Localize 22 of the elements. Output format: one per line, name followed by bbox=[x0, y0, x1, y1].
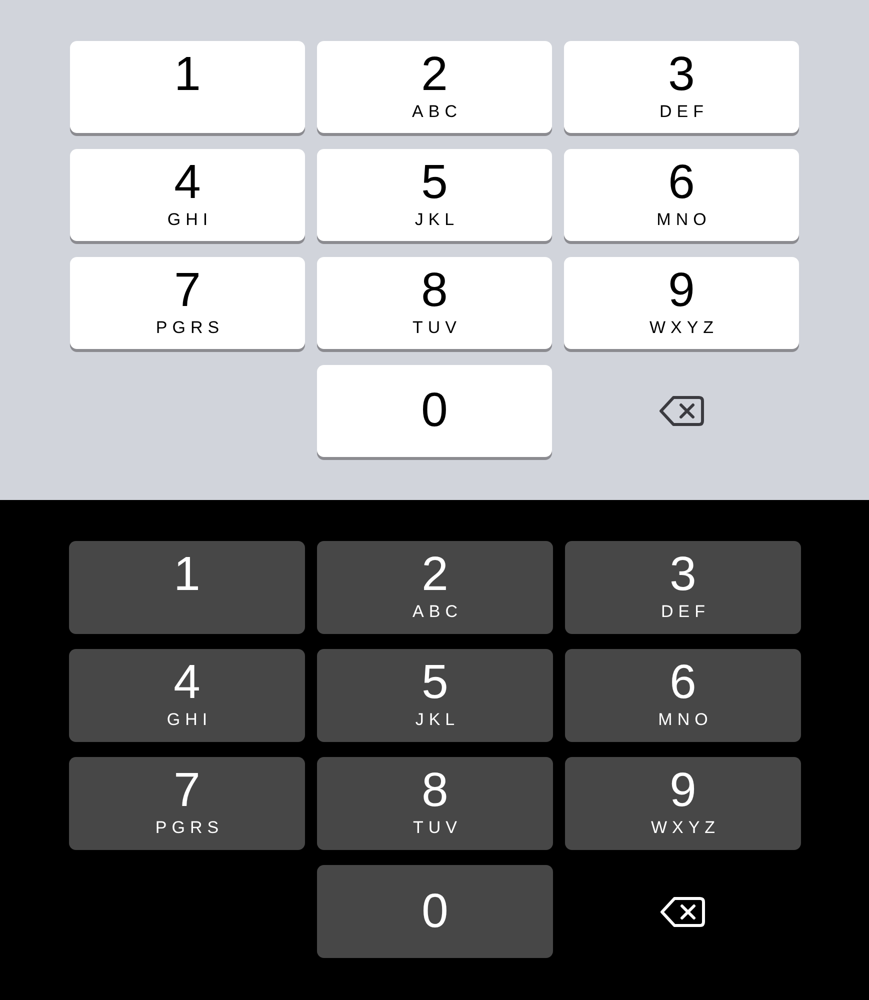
keypad-key[interactable]: 7 PGRS bbox=[70, 257, 305, 349]
keypad-key[interactable]: 4 GHI bbox=[70, 149, 305, 241]
backspace-icon[interactable] bbox=[658, 394, 704, 428]
keypad-key[interactable]: 7 PGRS bbox=[69, 757, 305, 850]
keypad-key[interactable]: 9 WXYZ bbox=[565, 757, 801, 850]
keypad-key[interactable]: 1 bbox=[70, 41, 305, 133]
keypad-key[interactable]: 5 JKL bbox=[317, 649, 553, 742]
keypad-key[interactable]: 2 ABC bbox=[317, 41, 552, 133]
keypad-key[interactable]: 8 TUV bbox=[317, 757, 553, 850]
keypad-key[interactable]: 6 MNO bbox=[565, 649, 801, 742]
keypad-key[interactable]: 2 ABC bbox=[317, 541, 553, 634]
keypad-key[interactable]: 5 JKL bbox=[317, 149, 552, 241]
keypad-key[interactable]: 0 bbox=[317, 865, 553, 958]
keypad-key[interactable]: 3 DEF bbox=[565, 541, 801, 634]
keypad-key[interactable]: 0 bbox=[317, 365, 552, 457]
keypad-key[interactable]: 3 DEF bbox=[564, 41, 799, 133]
keypad-key[interactable]: 1 bbox=[69, 541, 305, 634]
backspace-icon[interactable] bbox=[660, 894, 706, 928]
keypad-key[interactable]: 4 GHI bbox=[69, 649, 305, 742]
keypad-key[interactable]: 9 WXYZ bbox=[564, 257, 799, 349]
keypad-key[interactable]: 8 TUV bbox=[317, 257, 552, 349]
keypad-key[interactable]: 6 MNO bbox=[564, 149, 799, 241]
